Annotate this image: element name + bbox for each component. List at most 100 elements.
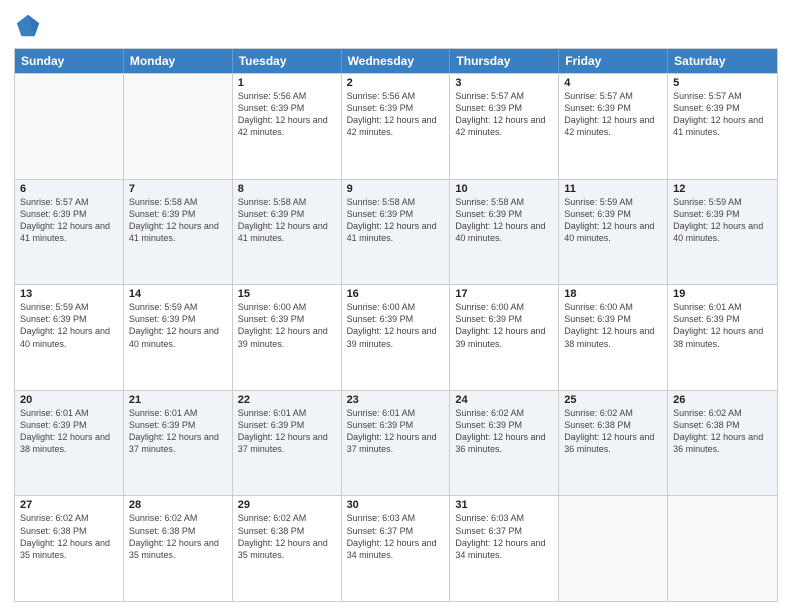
weekday-header-saturday: Saturday [668,49,777,73]
day-cell-7: 7Sunrise: 5:58 AMSunset: 6:39 PMDaylight… [124,180,233,285]
day-cell-28: 28Sunrise: 6:02 AMSunset: 6:38 PMDayligh… [124,496,233,601]
day-number: 13 [20,288,118,300]
day-cell-19: 19Sunrise: 6:01 AMSunset: 6:39 PMDayligh… [668,285,777,390]
day-cell-4: 4Sunrise: 5:57 AMSunset: 6:39 PMDaylight… [559,74,668,179]
day-cell-25: 25Sunrise: 6:02 AMSunset: 6:38 PMDayligh… [559,391,668,496]
weekday-header-tuesday: Tuesday [233,49,342,73]
day-cell-15: 15Sunrise: 6:00 AMSunset: 6:39 PMDayligh… [233,285,342,390]
day-cell-9: 9Sunrise: 5:58 AMSunset: 6:39 PMDaylight… [342,180,451,285]
day-cell-17: 17Sunrise: 6:00 AMSunset: 6:39 PMDayligh… [450,285,559,390]
empty-cell [559,496,668,601]
day-info: Sunrise: 5:59 AMSunset: 6:39 PMDaylight:… [673,196,772,245]
page: SundayMondayTuesdayWednesdayThursdayFrid… [0,0,792,612]
day-cell-22: 22Sunrise: 6:01 AMSunset: 6:39 PMDayligh… [233,391,342,496]
day-number: 20 [20,394,118,406]
day-cell-11: 11Sunrise: 5:59 AMSunset: 6:39 PMDayligh… [559,180,668,285]
day-info: Sunrise: 6:02 AMSunset: 6:38 PMDaylight:… [564,407,662,456]
day-cell-3: 3Sunrise: 5:57 AMSunset: 6:39 PMDaylight… [450,74,559,179]
weekday-header-wednesday: Wednesday [342,49,451,73]
day-number: 17 [455,288,553,300]
day-info: Sunrise: 6:01 AMSunset: 6:39 PMDaylight:… [673,301,772,350]
day-info: Sunrise: 6:00 AMSunset: 6:39 PMDaylight:… [238,301,336,350]
day-info: Sunrise: 5:58 AMSunset: 6:39 PMDaylight:… [238,196,336,245]
day-cell-18: 18Sunrise: 6:00 AMSunset: 6:39 PMDayligh… [559,285,668,390]
calendar-row-4: 20Sunrise: 6:01 AMSunset: 6:39 PMDayligh… [15,390,777,496]
day-number: 22 [238,394,336,406]
calendar-row-3: 13Sunrise: 5:59 AMSunset: 6:39 PMDayligh… [15,284,777,390]
day-info: Sunrise: 5:58 AMSunset: 6:39 PMDaylight:… [455,196,553,245]
day-info: Sunrise: 5:57 AMSunset: 6:39 PMDaylight:… [673,90,772,139]
day-info: Sunrise: 6:03 AMSunset: 6:37 PMDaylight:… [347,512,445,561]
day-info: Sunrise: 5:57 AMSunset: 6:39 PMDaylight:… [455,90,553,139]
day-cell-20: 20Sunrise: 6:01 AMSunset: 6:39 PMDayligh… [15,391,124,496]
day-number: 6 [20,183,118,195]
day-number: 1 [238,77,336,89]
day-info: Sunrise: 6:02 AMSunset: 6:38 PMDaylight:… [129,512,227,561]
empty-cell [15,74,124,179]
empty-cell [124,74,233,179]
day-number: 9 [347,183,445,195]
day-info: Sunrise: 5:57 AMSunset: 6:39 PMDaylight:… [20,196,118,245]
day-number: 4 [564,77,662,89]
weekday-header-monday: Monday [124,49,233,73]
calendar-row-2: 6Sunrise: 5:57 AMSunset: 6:39 PMDaylight… [15,179,777,285]
day-number: 19 [673,288,772,300]
day-info: Sunrise: 6:00 AMSunset: 6:39 PMDaylight:… [455,301,553,350]
day-cell-27: 27Sunrise: 6:02 AMSunset: 6:38 PMDayligh… [15,496,124,601]
calendar-body: 1Sunrise: 5:56 AMSunset: 6:39 PMDaylight… [15,73,777,601]
day-number: 3 [455,77,553,89]
day-info: Sunrise: 6:01 AMSunset: 6:39 PMDaylight:… [238,407,336,456]
day-info: Sunrise: 6:01 AMSunset: 6:39 PMDaylight:… [20,407,118,456]
day-info: Sunrise: 6:02 AMSunset: 6:38 PMDaylight:… [673,407,772,456]
day-number: 29 [238,499,336,511]
day-cell-29: 29Sunrise: 6:02 AMSunset: 6:38 PMDayligh… [233,496,342,601]
day-cell-30: 30Sunrise: 6:03 AMSunset: 6:37 PMDayligh… [342,496,451,601]
day-number: 25 [564,394,662,406]
day-info: Sunrise: 5:59 AMSunset: 6:39 PMDaylight:… [20,301,118,350]
logo [14,12,46,40]
day-number: 31 [455,499,553,511]
day-info: Sunrise: 5:58 AMSunset: 6:39 PMDaylight:… [129,196,227,245]
day-number: 16 [347,288,445,300]
day-number: 2 [347,77,445,89]
calendar-row-5: 27Sunrise: 6:02 AMSunset: 6:38 PMDayligh… [15,495,777,601]
day-cell-14: 14Sunrise: 5:59 AMSunset: 6:39 PMDayligh… [124,285,233,390]
day-info: Sunrise: 5:56 AMSunset: 6:39 PMDaylight:… [238,90,336,139]
day-info: Sunrise: 6:00 AMSunset: 6:39 PMDaylight:… [564,301,662,350]
day-number: 8 [238,183,336,195]
day-number: 5 [673,77,772,89]
day-number: 26 [673,394,772,406]
day-cell-16: 16Sunrise: 6:00 AMSunset: 6:39 PMDayligh… [342,285,451,390]
day-info: Sunrise: 6:00 AMSunset: 6:39 PMDaylight:… [347,301,445,350]
day-cell-2: 2Sunrise: 5:56 AMSunset: 6:39 PMDaylight… [342,74,451,179]
day-info: Sunrise: 6:03 AMSunset: 6:37 PMDaylight:… [455,512,553,561]
day-info: Sunrise: 5:56 AMSunset: 6:39 PMDaylight:… [347,90,445,139]
day-info: Sunrise: 5:57 AMSunset: 6:39 PMDaylight:… [564,90,662,139]
day-info: Sunrise: 6:01 AMSunset: 6:39 PMDaylight:… [129,407,227,456]
logo-icon [14,12,42,40]
day-cell-5: 5Sunrise: 5:57 AMSunset: 6:39 PMDaylight… [668,74,777,179]
weekday-header-friday: Friday [559,49,668,73]
day-number: 24 [455,394,553,406]
day-info: Sunrise: 6:02 AMSunset: 6:38 PMDaylight:… [20,512,118,561]
day-info: Sunrise: 5:58 AMSunset: 6:39 PMDaylight:… [347,196,445,245]
day-info: Sunrise: 5:59 AMSunset: 6:39 PMDaylight:… [129,301,227,350]
day-cell-21: 21Sunrise: 6:01 AMSunset: 6:39 PMDayligh… [124,391,233,496]
day-cell-26: 26Sunrise: 6:02 AMSunset: 6:38 PMDayligh… [668,391,777,496]
day-number: 12 [673,183,772,195]
day-cell-1: 1Sunrise: 5:56 AMSunset: 6:39 PMDaylight… [233,74,342,179]
day-number: 27 [20,499,118,511]
day-info: Sunrise: 5:59 AMSunset: 6:39 PMDaylight:… [564,196,662,245]
day-cell-8: 8Sunrise: 5:58 AMSunset: 6:39 PMDaylight… [233,180,342,285]
day-cell-13: 13Sunrise: 5:59 AMSunset: 6:39 PMDayligh… [15,285,124,390]
calendar-header: SundayMondayTuesdayWednesdayThursdayFrid… [15,49,777,73]
day-number: 18 [564,288,662,300]
calendar: SundayMondayTuesdayWednesdayThursdayFrid… [14,48,778,602]
header [14,12,778,40]
weekday-header-thursday: Thursday [450,49,559,73]
day-cell-12: 12Sunrise: 5:59 AMSunset: 6:39 PMDayligh… [668,180,777,285]
day-info: Sunrise: 6:02 AMSunset: 6:39 PMDaylight:… [455,407,553,456]
day-number: 14 [129,288,227,300]
empty-cell [668,496,777,601]
day-number: 15 [238,288,336,300]
